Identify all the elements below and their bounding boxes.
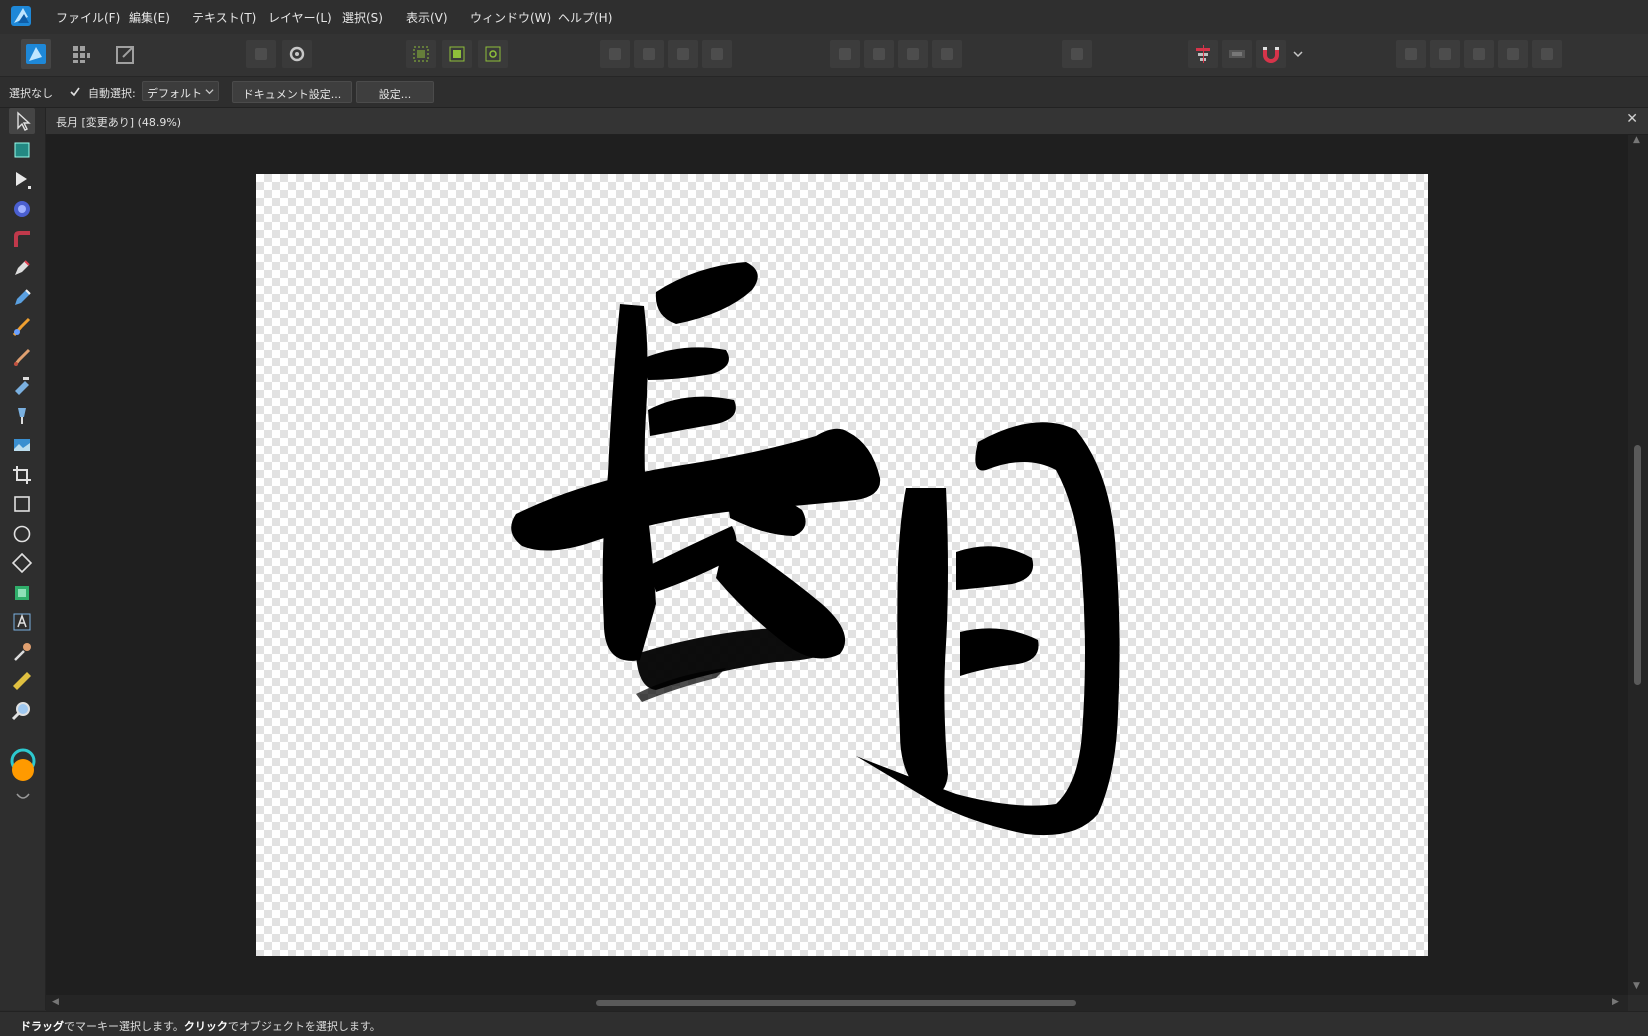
document-setup-button[interactable]: ドキュメント設定... <box>232 81 352 103</box>
zoom-tool-icon[interactable] <box>9 698 35 724</box>
status-click-text: でオブジェクトを選択します。 <box>227 1020 381 1033</box>
toolbar-dim-button[interactable] <box>668 40 698 68</box>
toolbar-dim-button[interactable] <box>600 40 630 68</box>
vector-brush-tool-icon[interactable] <box>9 314 35 340</box>
menu-layer[interactable]: レイヤー(L) <box>268 9 332 26</box>
pen-tool-icon[interactable] <box>9 255 35 281</box>
status-bar: ドラッグでマーキー選択します。クリックでオブジェクトを選択します。 <box>0 1011 1648 1036</box>
toolbar-dim-button[interactable] <box>1430 40 1460 68</box>
affinity-designer-logo-icon[interactable] <box>10 5 32 27</box>
auto-select-dropdown[interactable]: デフォルト <box>142 81 219 101</box>
toolbar-dim-button[interactable] <box>1532 40 1562 68</box>
place-image-tool-icon[interactable] <box>9 432 35 458</box>
auto-select-checkbox[interactable] <box>69 86 81 98</box>
document-tab[interactable]: 長月 [変更あり] (48.9%) ✕ <box>46 108 1648 135</box>
transform-origin-icon[interactable] <box>478 40 508 68</box>
selection-status: 選択なし <box>9 87 53 100</box>
horizontal-scrollbar[interactable]: ◀ ▶ <box>46 995 1628 1011</box>
canvas-workspace[interactable] <box>46 135 1628 995</box>
export-persona-icon[interactable] <box>111 39 141 69</box>
artistic-text-tool-icon[interactable] <box>9 609 35 635</box>
menu-file[interactable]: ファイル(F) <box>56 9 120 26</box>
status-click: クリック <box>183 1020 228 1033</box>
toolbar-dim-button[interactable] <box>702 40 732 68</box>
toolbar-dim-button[interactable] <box>246 40 276 68</box>
pixel-brush-tool-icon[interactable] <box>9 344 35 370</box>
toolbar-dim-button[interactable] <box>1464 40 1494 68</box>
artboard-tool-icon[interactable] <box>9 137 35 163</box>
menu-bar: ファイル(F) 編集(E) テキスト(T) レイヤー(L) 選択(S) 表示(V… <box>0 0 1648 35</box>
transform-bounds-icon[interactable] <box>442 40 472 68</box>
vertical-scrollbar[interactable]: ▲ ▼ <box>1628 135 1648 995</box>
auto-select-value: デフォルト <box>147 87 202 100</box>
calligraphy-artwork[interactable] <box>256 174 1428 956</box>
toolbar-dim-button[interactable] <box>898 40 928 68</box>
align-icon[interactable] <box>1188 40 1218 68</box>
status-drag: ドラッグ <box>20 1020 64 1033</box>
scroll-left-icon[interactable]: ◀ <box>52 997 59 1007</box>
menu-text[interactable]: テキスト(T) <box>192 9 256 26</box>
status-hint: ドラッグでマーキー選択します。クリックでオブジェクトを選択します。 <box>20 1018 381 1034</box>
context-toolbar: 選択なし 自動選択: デフォルト ドキュメント設定... 設定... <box>0 77 1648 108</box>
shape-tool-icon[interactable] <box>9 550 35 576</box>
corner-tool-icon[interactable] <box>9 226 35 252</box>
close-icon[interactable]: ✕ <box>1626 111 1638 127</box>
chevron-down-icon[interactable] <box>1292 48 1304 60</box>
auto-select-label: 自動選択: <box>88 87 136 100</box>
menu-view[interactable]: 表示(V) <box>406 9 448 26</box>
scroll-right-icon[interactable]: ▶ <box>1612 997 1619 1007</box>
toolbar-dim-button[interactable] <box>864 40 894 68</box>
transform-selection-icon[interactable] <box>406 40 436 68</box>
measure-tool-icon[interactable] <box>9 668 35 694</box>
color-picker-tool-icon[interactable] <box>9 639 35 665</box>
insert-behind-icon[interactable] <box>1222 40 1252 68</box>
toolbar-dim-button[interactable] <box>1396 40 1426 68</box>
designer-persona-icon[interactable] <box>21 39 51 69</box>
toolbar-dim-button[interactable] <box>932 40 962 68</box>
status-drag-text: でマーキー選択します。 <box>64 1020 184 1033</box>
menu-select[interactable]: 選択(S) <box>342 9 383 26</box>
main-toolbar <box>0 34 1648 77</box>
toolbar-dim-button[interactable] <box>1498 40 1528 68</box>
artboard-canvas[interactable] <box>256 174 1428 956</box>
menu-help[interactable]: ヘルプ(H) <box>558 9 612 26</box>
menu-edit[interactable]: 編集(E) <box>129 9 170 26</box>
node-tool-icon[interactable] <box>9 167 35 193</box>
toolbar-dim-button[interactable] <box>634 40 664 68</box>
rectangle-tool-icon[interactable] <box>9 491 35 517</box>
menu-window[interactable]: ウィンドウ(W) <box>470 9 551 26</box>
preferences-button[interactable]: 設定... <box>356 81 434 103</box>
ellipse-tool-icon[interactable] <box>9 521 35 547</box>
pixel-persona-icon[interactable] <box>66 39 96 69</box>
vector-crop-tool-icon[interactable] <box>9 580 35 606</box>
chevron-down-icon <box>205 89 214 95</box>
scroll-up-icon[interactable]: ▲ <box>1633 135 1640 145</box>
tools-panel <box>0 108 46 1010</box>
transparency-tool-icon[interactable] <box>9 403 35 429</box>
snapping-magnet-icon[interactable] <box>1256 40 1286 68</box>
toolbar-dim-button[interactable] <box>1062 40 1092 68</box>
color-swatch-icon[interactable] <box>8 748 38 788</box>
fill-tool-icon[interactable] <box>9 373 35 399</box>
scroll-down-icon[interactable]: ▼ <box>1633 981 1640 991</box>
horizontal-scroll-thumb[interactable] <box>596 1000 1076 1006</box>
vertical-scroll-thumb[interactable] <box>1634 445 1641 685</box>
crop-tool-icon[interactable] <box>9 462 35 488</box>
snap-settings-gear-icon[interactable] <box>282 40 312 68</box>
move-tool-icon[interactable] <box>9 108 35 134</box>
document-title: 長月 [変更あり] (48.9%) <box>56 116 182 129</box>
pencil-tool-icon[interactable] <box>9 285 35 311</box>
point-transform-tool-icon[interactable] <box>9 196 35 222</box>
swap-colors-icon[interactable] <box>15 791 31 803</box>
toolbar-dim-button[interactable] <box>830 40 860 68</box>
